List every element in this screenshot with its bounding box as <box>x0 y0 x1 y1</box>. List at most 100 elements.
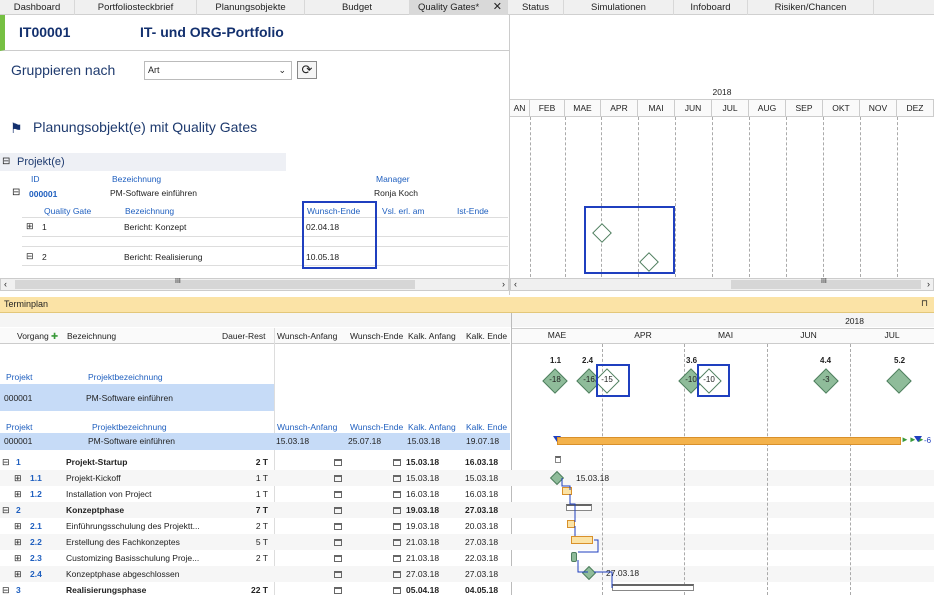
collapse-icon[interactable]: ⊟ <box>2 156 10 167</box>
project-summary-row[interactable]: 000001 PM-Software einführen 15.03.18 25… <box>0 433 510 450</box>
horizontal-scrollbar[interactable]: ‹ III › <box>510 278 934 291</box>
expand-icon[interactable]: ⊟ <box>2 502 14 518</box>
tab-infoboard[interactable]: Infoboard <box>674 0 748 15</box>
gridline <box>565 117 566 277</box>
scroll-thumb[interactable]: III <box>15 278 415 289</box>
calendar-icon[interactable] <box>334 550 346 566</box>
expand-icon[interactable]: ⊟ <box>2 454 14 470</box>
tab-simulationen[interactable]: Simulationen <box>564 0 674 15</box>
col-kanf[interactable]: Kalk. Anfang <box>408 328 456 344</box>
row-dauer: 22 T <box>250 585 268 595</box>
scroll-thumb[interactable]: III <box>731 278 921 289</box>
expand-icon[interactable]: ⊞ <box>26 221 34 232</box>
group-select[interactable]: Art ⌄ <box>144 61 292 80</box>
calendar-icon[interactable] <box>393 486 405 502</box>
chevron-down-icon: ⌄ <box>278 65 286 75</box>
row-vorgang: 2.3 <box>30 553 42 563</box>
col-wanf[interactable]: Wunsch-Anfang <box>277 328 337 344</box>
projbez-label: Projektbezeichnung <box>92 422 167 432</box>
calendar-icon <box>393 539 401 547</box>
qg-row-1-bez: Bericht: Konzept <box>124 222 187 232</box>
qg-col-ist: Ist-Ende <box>457 206 489 216</box>
calendar-icon[interactable] <box>393 566 405 582</box>
refresh-icon: ⟳ <box>301 62 313 77</box>
calendar-icon[interactable] <box>393 518 405 534</box>
calendar-icon[interactable] <box>334 534 346 550</box>
calendar-icon[interactable] <box>334 454 346 470</box>
calendar-icon[interactable] <box>334 566 346 582</box>
calendar-icon[interactable] <box>334 502 346 518</box>
arrow-right-icon[interactable]: › <box>502 279 505 289</box>
arrow-left-icon[interactable]: ‹ <box>4 279 7 289</box>
milestone-diamond[interactable] <box>886 368 912 394</box>
expand-icon[interactable]: ⊞ <box>14 486 26 502</box>
expand-icon[interactable]: ⊟ <box>2 582 14 598</box>
arrow-right-icon[interactable]: › <box>927 279 930 289</box>
tab-quality-gates[interactable]: Quality Gates* ✕ <box>410 0 508 15</box>
refresh-button[interactable]: ⟳ <box>297 61 317 79</box>
row-vorgang: 2.1 <box>30 521 42 531</box>
divider <box>22 265 508 266</box>
table-row[interactable]: ⊞ 2.3 Customizing Basisschulung Proje... 2 … <box>0 550 934 566</box>
arrow-left-icon[interactable]: ‹ <box>514 279 517 289</box>
expand-icon[interactable]: ⊞ <box>14 566 26 582</box>
project-bar[interactable] <box>557 437 901 445</box>
calendar-icon[interactable] <box>393 454 405 470</box>
expand-icon[interactable]: ⊞ <box>14 518 26 534</box>
project-row[interactable]: 000001 PM-Software einführen <box>0 384 274 411</box>
pane-divider <box>509 15 510 295</box>
row-vorgang: 2.2 <box>30 537 42 547</box>
qg-row-2-bez: Bericht: Realisierung <box>124 252 203 262</box>
close-icon[interactable]: ✕ <box>493 0 502 15</box>
calendar-icon[interactable] <box>393 534 405 550</box>
tab-planungsobjekte[interactable]: Planungsobjekte <box>197 0 305 15</box>
group-label: Gruppieren nach <box>11 62 116 78</box>
month-label: MAE <box>565 100 601 117</box>
tab-status[interactable]: Status <box>508 0 564 15</box>
milestone-label: 1.1 <box>550 356 562 365</box>
calendar-icon[interactable] <box>334 470 346 486</box>
row-bezeichnung: Realisierungsphase <box>66 585 147 595</box>
calendar-icon[interactable] <box>393 470 405 486</box>
expand-icon[interactable]: ⊞ <box>14 550 26 566</box>
tab-portfoliosteckbrief[interactable]: Portfoliosteckbrief <box>75 0 197 15</box>
calendar-icon[interactable] <box>393 582 405 598</box>
month-label: FEB <box>530 100 565 117</box>
project-id[interactable]: 000001 <box>29 189 57 199</box>
pin-icon[interactable]: ⊓ <box>921 298 928 309</box>
collapse-icon[interactable]: ⊟ <box>26 251 34 262</box>
table-row[interactable]: ⊞ 2.2 Erstellung des Fachkonzeptes 5 T 21.03… <box>0 534 934 550</box>
horizontal-scrollbar[interactable]: ‹ III › <box>0 278 509 291</box>
projekte-group-header[interactable]: ⊟ Projekt(e) <box>0 153 286 171</box>
expand-icon[interactable]: ⊞ <box>14 534 26 550</box>
col-dauer[interactable]: Dauer-Rest <box>222 328 265 344</box>
table-row[interactable]: ⊟ 2 Konzeptphase 7 T 19.03.18 27.03.18 <box>0 502 934 518</box>
gridline <box>897 117 898 277</box>
table-row[interactable]: ⊟ 3 Realisierungsphase 22 T 05.04.18 04.05.18 <box>0 582 934 598</box>
table-row[interactable]: ⊞ 2.1 Einführungsschulung des Projektt... 2… <box>0 518 934 534</box>
summary-bez: PM-Software einführen <box>88 436 175 446</box>
expand-icon[interactable]: ⊞ <box>14 470 26 486</box>
calendar-icon[interactable] <box>393 502 405 518</box>
table-row[interactable]: ⊞ 2.4 Konzeptphase abgeschlossen 27.03.18 27… <box>0 566 934 582</box>
calendar-icon[interactable] <box>393 550 405 566</box>
plus-icon[interactable]: ✚ <box>51 331 58 341</box>
col-kend[interactable]: Kalk. Ende <box>466 328 507 344</box>
expand-icon[interactable]: ⊟ <box>12 187 20 198</box>
summary-wanf: 15.03.18 <box>276 436 310 446</box>
table-row[interactable]: ⊟ 1 Projekt-Startup 2 T 15.03.18 16.03.18 <box>0 454 934 470</box>
row-kend: 22.03.18 <box>465 553 499 563</box>
calendar-icon[interactable] <box>334 582 346 598</box>
table-row[interactable]: ⊞ 1.1 Projekt-Kickoff 1 T 15.03.18 15.03.18 <box>0 470 934 486</box>
tab-risiken-chancen[interactable]: Risiken/Chancen <box>748 0 874 15</box>
tab-budget[interactable]: Budget <box>305 0 410 15</box>
row-kend: 27.03.18 <box>465 569 499 579</box>
calendar-icon[interactable] <box>334 486 346 502</box>
row-kend: 04.05.18 <box>465 585 499 595</box>
col-wend[interactable]: Wunsch-Ende <box>350 328 403 344</box>
col-bez[interactable]: Bezeichnung <box>67 328 116 344</box>
table-row[interactable]: ⊞ 1.2 Installation von Project 1 T 16.03.18 1… <box>0 486 934 502</box>
calendar-icon[interactable] <box>334 518 346 534</box>
tab-dashboard[interactable]: Dashboard <box>0 0 75 15</box>
col-vorgang[interactable]: Vorgang ✚ <box>17 328 58 344</box>
